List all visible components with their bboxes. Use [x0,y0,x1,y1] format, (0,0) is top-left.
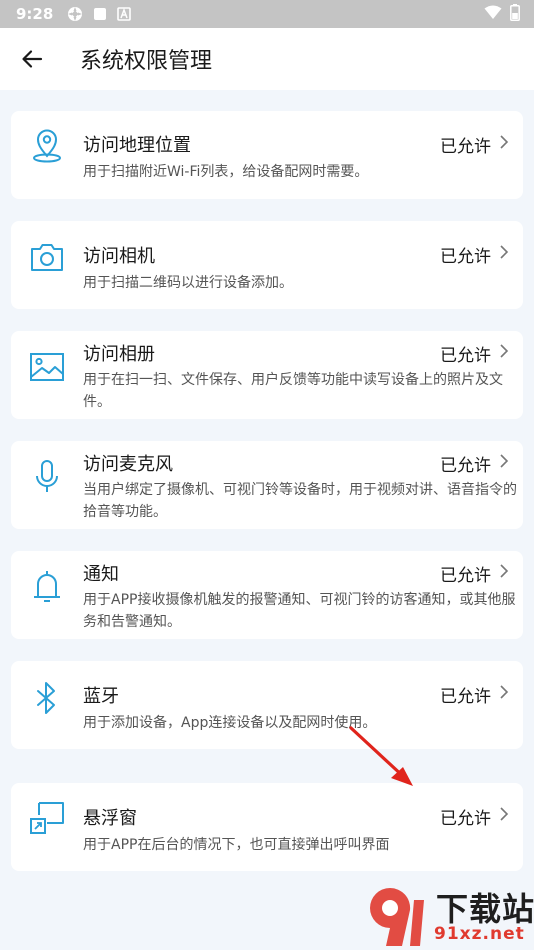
chevron-right-icon [497,243,511,261]
permission-title: 访问相机 [83,246,155,267]
permission-status: 已允许 [440,137,491,157]
permission-card-microphone[interactable]: 访问麦克风 已允许 当用户绑定了摄像机、可视门铃等设备时，用于视频对讲、语音指令… [11,441,523,529]
arrow-left-icon [22,50,43,68]
permission-card-location[interactable]: 访问地理位置 已允许 用于扫描附近Wi-Fi列表，给设备配网时需要。 [11,111,523,199]
permission-status: 已允许 [440,456,491,476]
location-pin-icon [27,125,67,165]
chevron-right-icon [497,683,511,701]
permission-description: 用于APP在后台的情况下，也可直接弹出呼叫界面 [83,837,390,853]
permission-card-floating-window[interactable]: 悬浮窗 已允许 用于APP在后台的情况下，也可直接弹出呼叫界面 [11,783,523,871]
square-icon [93,7,107,21]
chevron-right-icon [497,562,511,580]
watermark-logo-icon [370,887,424,946]
permission-description: 用于扫描二维码以进行设备添加。 [83,275,293,291]
permission-description: 用于扫描附近Wi-Fi列表，给设备配网时需要。 [83,164,369,180]
permission-description: 当用户绑定了摄像机、可视门铃等设备时，用于视频对讲、语音指令的拾音等功能。 [83,482,517,520]
page-title: 系统权限管理 [80,49,213,74]
camera-icon [27,237,67,277]
floating-window-icon [27,799,67,839]
permission-title: 通知 [83,564,119,585]
permission-card-camera[interactable]: 访问相机 已允许 用于扫描二维码以进行设备添加。 [11,221,523,309]
app-bar: 系统权限管理 [0,28,534,90]
permission-description: 用于APP接收摄像机触发的报警通知、可视门铃的访客通知，或其他服务和告警通知。 [83,592,516,630]
wifi-icon [484,5,502,24]
permission-description: 用于在扫一扫、文件保存、用户反馈等功能中读写设备上的照片及文件。 [83,372,503,410]
settings-flower-icon [67,6,83,22]
microphone-icon [27,457,67,497]
permission-status: 已允许 [440,809,491,829]
chevron-right-icon [497,133,511,151]
watermark: 下载站 91xz.net [360,880,534,950]
battery-icon [510,3,520,25]
permission-card-album[interactable]: 访问相册 已允许 用于在扫一扫、文件保存、用户反馈等功能中读写设备上的照片及文件… [11,331,523,419]
permission-title: 访问麦克风 [83,454,173,475]
permission-status: 已允许 [440,346,491,366]
permission-status: 已允许 [440,687,491,707]
chevron-right-icon [497,452,511,470]
permission-title: 悬浮窗 [83,808,137,829]
permission-status: 已允许 [440,247,491,267]
permission-title: 访问地理位置 [83,135,191,156]
permission-status: 已允许 [440,566,491,586]
a-box-icon [117,7,132,21]
status-bar: 9:28 [0,0,534,28]
status-time: 9:28 [16,5,54,23]
chevron-right-icon [497,342,511,360]
permission-title: 访问相册 [83,344,155,365]
image-icon [27,347,67,387]
bell-icon [27,567,67,607]
permission-description: 用于添加设备，App连接设备以及配网时使用。 [83,715,377,731]
permission-card-notification[interactable]: 通知 已允许 用于APP接收摄像机触发的报警通知、可视门铃的访客通知，或其他服务… [11,551,523,639]
permission-card-bluetooth[interactable]: 蓝牙 已允许 用于添加设备，App连接设备以及配网时使用。 [11,661,523,749]
permission-title: 蓝牙 [83,686,119,707]
bluetooth-icon [27,679,67,719]
chevron-right-icon [497,805,511,823]
watermark-url: 91xz.net [434,924,525,944]
back-button[interactable] [12,39,52,79]
